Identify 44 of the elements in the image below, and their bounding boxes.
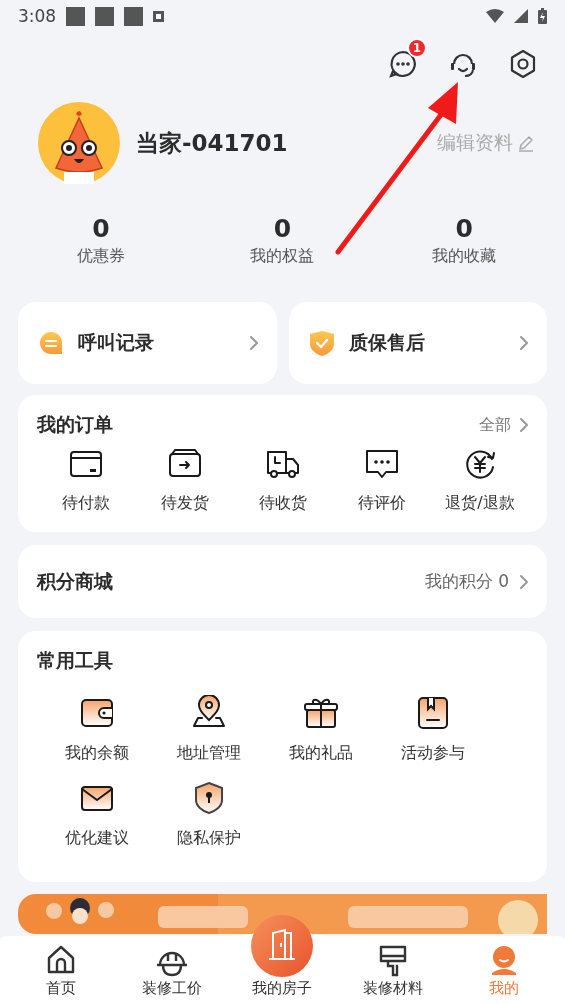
chevron-right-icon [519, 573, 529, 590]
stat-button[interactable]: 0 优惠券 [40, 214, 161, 272]
shortcut-card[interactable]: 质保售后 [288, 302, 547, 384]
chevron-right-icon [519, 417, 529, 433]
tool-button[interactable]: 活动参与 [377, 695, 489, 764]
notification-icon [66, 6, 86, 26]
signal-icon [514, 9, 528, 23]
tab[interactable]: 装修工价 [116, 943, 228, 998]
order-status-button[interactable]: 待收货 [234, 447, 332, 514]
notification-icon [124, 6, 144, 26]
chevron-right-icon [248, 335, 259, 351]
chat-bubble-icon [38, 330, 64, 356]
tab[interactable]: 我的房子 [227, 915, 338, 998]
tool-button[interactable]: 优化建议 [41, 780, 153, 849]
user-name: 当家-041701 [136, 128, 288, 158]
book-icon [415, 695, 451, 731]
tool-button[interactable]: 地址管理 [153, 695, 265, 764]
chevron-right-icon [519, 335, 529, 351]
pencil-icon [517, 134, 535, 152]
order-status-button[interactable]: 待付款 [37, 447, 135, 514]
door-icon [251, 915, 314, 977]
tool-button[interactable]: 隐私保护 [153, 780, 265, 849]
section-title: 我的订单 [37, 412, 113, 437]
tool-button[interactable]: 我的礼品 [265, 695, 377, 764]
view-all-link[interactable]: 全部 [479, 414, 529, 436]
stat-button[interactable]: 0 我的权益 [222, 214, 343, 272]
notification-badge: 1 [407, 38, 427, 58]
shield-check-icon [308, 330, 335, 356]
section-title: 常用工具 [37, 648, 113, 673]
tab[interactable]: 首页 [6, 943, 117, 998]
battery-icon [538, 8, 547, 24]
shortcut-card[interactable]: 呼叫记录 [18, 302, 277, 384]
tab[interactable]: 装修材料 [337, 943, 449, 998]
order-status-button[interactable]: 退货/退款 [431, 447, 529, 514]
notification-icon [95, 6, 115, 26]
order-status-button[interactable]: 待发货 [135, 447, 234, 514]
wifi-icon [486, 9, 504, 23]
points-mall-card[interactable]: 积分商城 我的积分 0 [18, 545, 547, 618]
comment-icon [363, 447, 400, 481]
tool-button[interactable]: 我的余额 [41, 695, 153, 764]
stat-button[interactable]: 0 我的收藏 [404, 214, 525, 272]
settings-icon [508, 49, 538, 79]
status-time: 3:08 [18, 6, 57, 26]
order-status-button[interactable]: 待评价 [332, 447, 431, 514]
